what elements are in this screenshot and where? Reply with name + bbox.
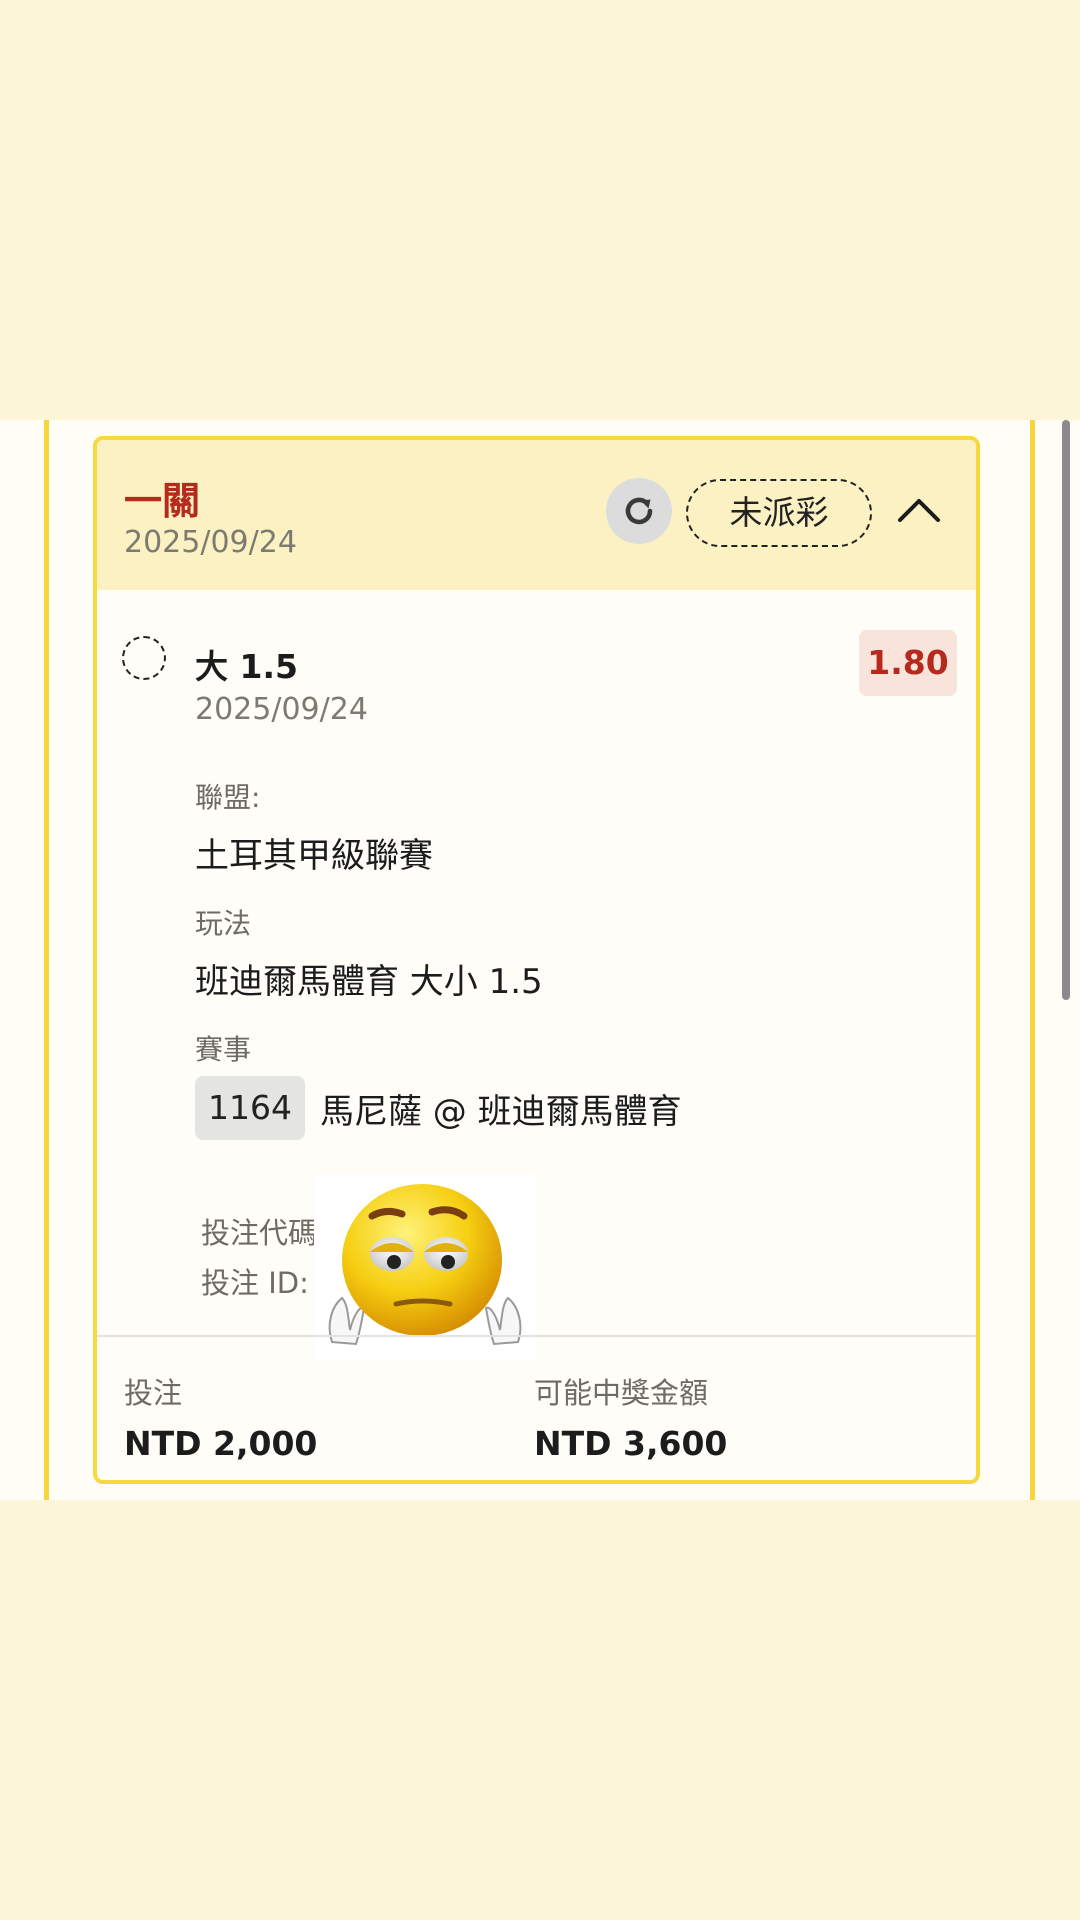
market-label: 玩法 [195, 907, 252, 940]
match-teams: 馬尼薩 @ 班迪爾馬體育 [320, 1092, 682, 1132]
bet-card: 一關 2025/09/24 未派彩 大 1.5 2025/09/24 1.80 … [93, 436, 980, 1484]
bet-slip-screenshot: 一關 2025/09/24 未派彩 大 1.5 2025/09/24 1.80 … [0, 420, 1080, 1500]
bet-id-label: 投注 ID: [201, 1266, 309, 1300]
market-value: 班迪爾馬體育 大小 1.5 [195, 962, 543, 1002]
pending-circle-icon [122, 636, 166, 680]
payout-label: 可能中獎金額 [534, 1376, 709, 1410]
outer-frame-right [1030, 420, 1035, 1500]
match-id-badge: 1164 [195, 1076, 305, 1140]
bet-card-header: 一關 2025/09/24 未派彩 [97, 440, 976, 590]
refresh-button[interactable] [606, 478, 672, 544]
footer-divider [97, 1335, 976, 1337]
payout-value: NTD 3,600 [534, 1424, 728, 1463]
scrollbar[interactable] [1062, 420, 1070, 1000]
bet-type-title: 一關 [124, 479, 201, 523]
page-background-bottom [0, 1500, 1080, 1920]
selection-name: 大 1.5 [195, 647, 298, 686]
status-badge: 未派彩 [686, 479, 872, 547]
bet-date: 2025/09/24 [124, 525, 297, 560]
sad-emoji-sticker [314, 1174, 536, 1360]
bet-code-label: 投注代碼 [201, 1216, 318, 1250]
league-value: 土耳其甲級聯賽 [195, 836, 433, 876]
outer-frame-left [44, 420, 49, 1500]
selection-date: 2025/09/24 [195, 692, 368, 727]
odds-badge: 1.80 [859, 630, 957, 696]
chevron-up-icon[interactable] [894, 486, 944, 536]
stake-value: NTD 2,000 [124, 1424, 318, 1463]
event-label: 賽事 [195, 1033, 252, 1066]
league-label: 聯盟: [195, 781, 261, 814]
stake-label: 投注 [124, 1376, 183, 1410]
refresh-icon [625, 497, 653, 525]
